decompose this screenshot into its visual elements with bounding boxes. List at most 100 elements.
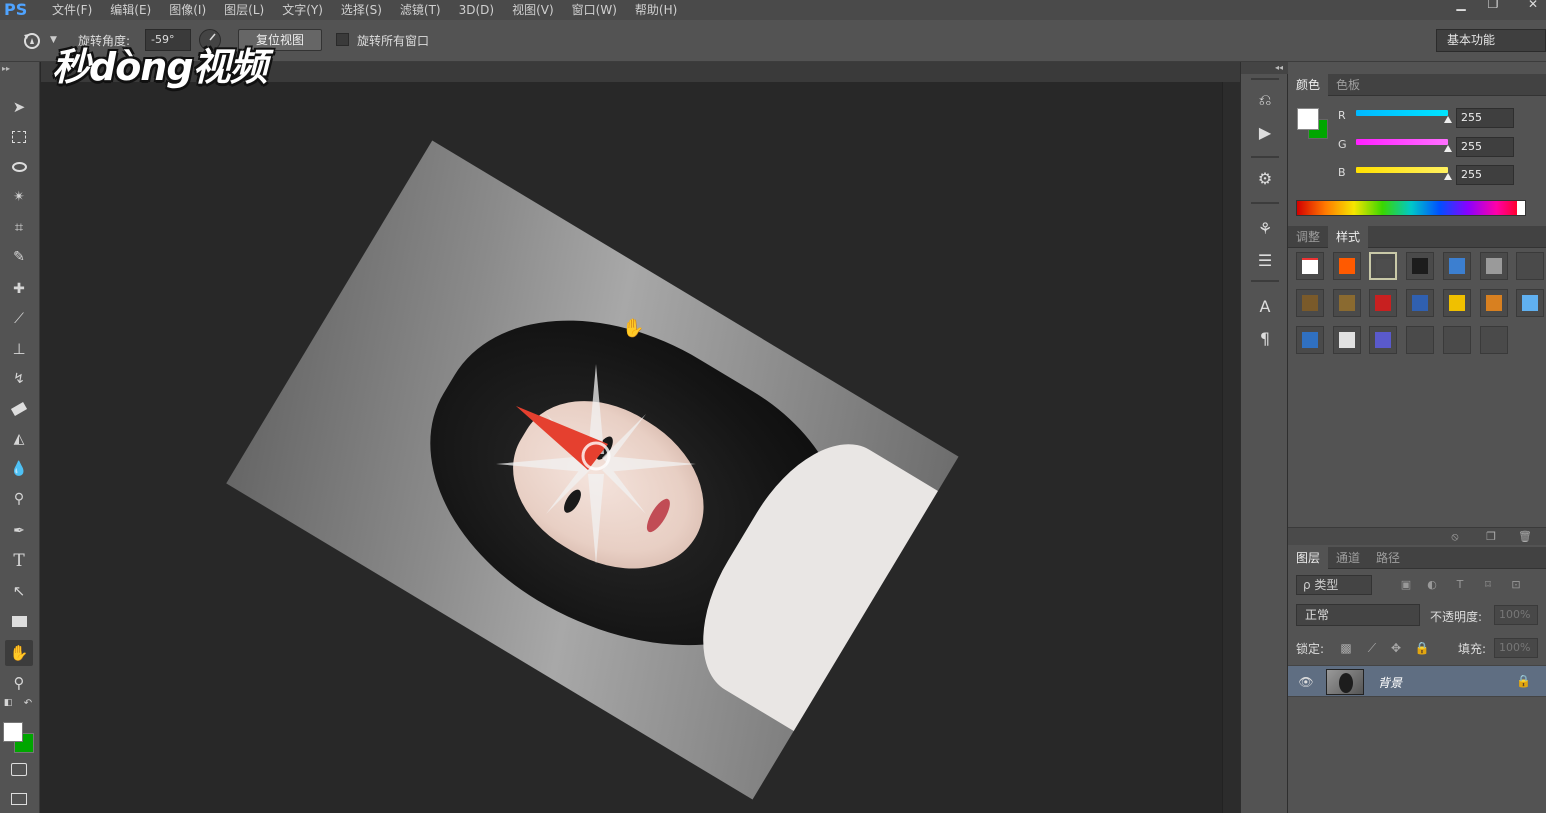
style-swatch[interactable] <box>1296 289 1324 317</box>
style-swatch[interactable] <box>1479 326 1508 354</box>
paragraph-panel-icon[interactable]: ¶ <box>1253 326 1277 350</box>
style-swatch[interactable] <box>1332 289 1361 317</box>
menu-layer[interactable]: 图层(L) <box>224 0 264 20</box>
move-tool[interactable]: ➤ <box>5 94 33 120</box>
style-swatch[interactable] <box>1406 326 1435 354</box>
channel-b-slider[interactable] <box>1356 167 1448 173</box>
tab-channels[interactable]: 通道 <box>1328 547 1368 569</box>
menu-select[interactable]: 选择(S) <box>341 0 382 20</box>
rotate-view-tool[interactable]: ✋ <box>5 640 33 666</box>
screen-mode-button[interactable] <box>5 786 33 812</box>
lock-all-icon[interactable]: 🔒 <box>1414 640 1430 656</box>
paint-bucket-tool[interactable]: ◭ <box>5 426 33 452</box>
color-spectrum-bar[interactable] <box>1296 200 1526 216</box>
rotate-all-windows-checkbox[interactable] <box>336 33 349 46</box>
path-select-tool[interactable]: ↖ <box>5 578 33 604</box>
tab-adjustments[interactable]: 调整 <box>1288 226 1328 248</box>
filter-smart-icon[interactable]: ⊡ <box>1508 577 1524 593</box>
channel-r-value[interactable]: 255 <box>1456 108 1514 128</box>
restore-icon[interactable]: ❐ <box>1480 0 1506 10</box>
quick-mask-button[interactable] <box>5 756 33 782</box>
eyedropper-tool[interactable]: ✎ <box>5 244 33 270</box>
style-swatch[interactable] <box>1406 289 1435 317</box>
menu-filter[interactable]: 滤镜(T) <box>400 0 441 20</box>
menu-type[interactable]: 文字(Y) <box>282 0 323 20</box>
history-brush-tool[interactable]: ↯ <box>5 366 33 392</box>
collapse-arrows-icon[interactable]: ▸▸ <box>2 64 10 73</box>
style-swatch[interactable] <box>1369 289 1398 317</box>
tab-paths[interactable]: 路径 <box>1368 547 1408 569</box>
channel-b-value[interactable]: 255 <box>1456 165 1514 185</box>
layer-filter-select[interactable]: ρ 类型 <box>1296 575 1372 595</box>
magic-wand-tool[interactable]: ✴ <box>5 184 33 210</box>
blur-tool[interactable]: 💧 <box>5 456 33 482</box>
brush-panel-icon[interactable]: ⚘ <box>1253 216 1277 240</box>
channel-b-thumb[interactable] <box>1444 173 1452 180</box>
style-swatch[interactable] <box>1442 289 1471 317</box>
layer-name[interactable]: 背景 <box>1378 674 1402 691</box>
color-panel-foreground[interactable] <box>1297 108 1319 130</box>
menu-edit[interactable]: 编辑(E) <box>110 0 151 20</box>
lock-image-icon[interactable]: ⟋ <box>1364 640 1380 656</box>
lock-transparent-icon[interactable]: ▩ <box>1338 640 1354 656</box>
clear-style-icon[interactable]: ⦸ <box>1448 530 1462 544</box>
lasso-tool[interactable] <box>5 154 33 180</box>
filter-pixel-icon[interactable]: ▣ <box>1398 577 1414 593</box>
channel-g-thumb[interactable] <box>1444 145 1452 152</box>
brush-tool[interactable]: ⟋ <box>5 306 33 332</box>
style-swatch[interactable] <box>1516 289 1545 317</box>
clone-stamp-tool[interactable]: ⊥ <box>5 336 33 362</box>
foreground-color-swatch[interactable] <box>3 722 23 742</box>
brush-presets-icon[interactable]: ☰ <box>1253 248 1277 272</box>
style-swatch[interactable] <box>1332 252 1361 280</box>
tool-preset-picker[interactable] <box>20 30 44 52</box>
type-tool[interactable]: T <box>5 548 33 574</box>
dodge-tool[interactable]: ⚲ <box>5 486 33 512</box>
style-swatch[interactable] <box>1369 326 1398 354</box>
menu-image[interactable]: 图像(I) <box>169 0 206 20</box>
vertical-scrollbar[interactable] <box>1222 82 1240 813</box>
actions-play-icon[interactable]: ▶ <box>1253 120 1277 144</box>
lock-position-icon[interactable]: ✥ <box>1388 640 1404 656</box>
layer-row[interactable]: 👁 背景 🔒 <box>1288 665 1546 697</box>
fill-input[interactable]: 100% <box>1494 638 1538 658</box>
properties-panel-icon[interactable]: ⚙ <box>1253 166 1277 190</box>
filter-adjust-icon[interactable]: ◐ <box>1424 577 1440 593</box>
history-panel-icon[interactable]: ⎌ <box>1253 88 1277 112</box>
swap-colors-icon[interactable]: ↶ <box>20 696 36 710</box>
channel-g-value[interactable]: 255 <box>1456 137 1514 157</box>
style-swatch[interactable] <box>1442 252 1471 280</box>
style-swatch[interactable] <box>1369 252 1398 280</box>
crop-tool[interactable]: ⌗ <box>5 214 33 240</box>
style-swatch[interactable] <box>1406 252 1435 280</box>
tab-layers[interactable]: 图层 <box>1288 547 1329 569</box>
character-panel-icon[interactable]: A <box>1253 294 1277 318</box>
menu-file[interactable]: 文件(F) <box>52 0 92 20</box>
new-style-icon[interactable]: ❐ <box>1484 530 1498 544</box>
style-swatch[interactable] <box>1296 326 1324 354</box>
tab-styles[interactable]: 样式 <box>1328 226 1369 248</box>
style-swatch[interactable] <box>1479 252 1508 280</box>
menu-window[interactable]: 窗口(W) <box>572 0 617 20</box>
opacity-input[interactable]: 100% <box>1494 605 1538 625</box>
style-swatch[interactable] <box>1516 252 1545 280</box>
filter-type-icon[interactable]: T <box>1452 577 1468 593</box>
eraser-tool[interactable] <box>5 396 33 422</box>
marquee-tool[interactable] <box>5 124 33 150</box>
menu-view[interactable]: 视图(V) <box>512 0 554 20</box>
rectangle-tool[interactable] <box>5 608 33 634</box>
menu-3d[interactable]: 3D(D) <box>459 0 494 20</box>
style-swatch[interactable] <box>1442 326 1471 354</box>
tab-swatches[interactable]: 色板 <box>1328 74 1368 96</box>
healing-brush-tool[interactable]: ✚ <box>5 276 33 302</box>
tab-color[interactable]: 颜色 <box>1288 74 1329 96</box>
filter-shape-icon[interactable]: ⌑ <box>1480 577 1496 593</box>
channel-r-slider[interactable] <box>1356 110 1448 116</box>
blend-mode-select[interactable]: 正常 <box>1296 604 1420 626</box>
close-icon[interactable]: ✕ <box>1520 0 1546 10</box>
eye-icon[interactable]: 👁 <box>1298 674 1314 690</box>
default-colors-icon[interactable]: ◧ <box>0 696 16 710</box>
dock-collapse-icon[interactable]: ◂◂ <box>1241 62 1289 74</box>
pen-tool[interactable]: ✒ <box>5 518 33 544</box>
menu-help[interactable]: 帮助(H) <box>635 0 677 20</box>
